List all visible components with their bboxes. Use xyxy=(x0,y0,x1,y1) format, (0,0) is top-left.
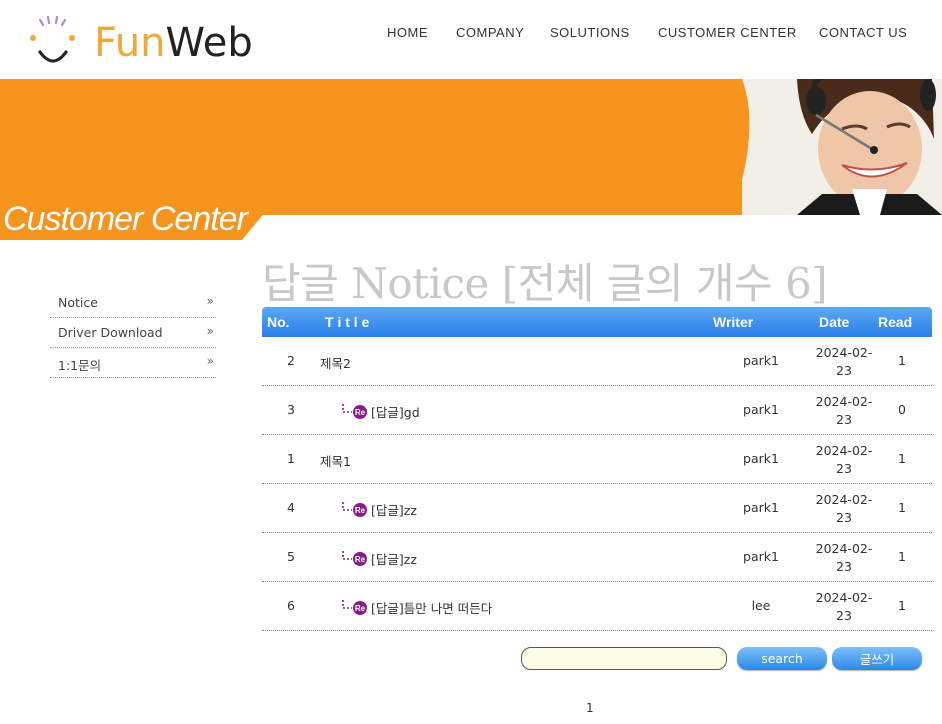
row-date-line1: 2024-02- xyxy=(815,492,873,507)
row-date-line2: 23 xyxy=(836,461,852,476)
row-writer: park1 xyxy=(743,402,779,417)
row-date: 2024-02- 23 xyxy=(806,393,882,429)
row-read: 1 xyxy=(898,353,906,368)
row-read: 0 xyxy=(898,402,906,417)
table-row[interactable]: 1 제목1 park1 2024-02- 23 1 xyxy=(262,435,932,484)
reply-icon: Re xyxy=(342,502,367,517)
support-agent-image xyxy=(702,79,942,215)
row-date-line1: 2024-02- xyxy=(815,443,873,458)
row-date: 2024-02- 23 xyxy=(806,344,882,380)
table-row[interactable]: 5 Re [답글]zz park1 2024-02- 23 1 xyxy=(262,533,932,582)
row-no: 2 xyxy=(287,353,295,368)
header-writer: Writer xyxy=(713,314,754,330)
row-title-link[interactable]: Re [답글]zz xyxy=(340,500,417,519)
row-no: 1 xyxy=(287,451,295,466)
svg-text:Re: Re xyxy=(355,604,366,613)
header-title: T i t l e xyxy=(325,314,370,330)
nav-customer-center[interactable]: CUSTOMER CENTER xyxy=(658,25,797,40)
row-read: 1 xyxy=(898,598,906,613)
double-chevron-icon: » xyxy=(206,324,214,338)
row-no: 3 xyxy=(287,402,295,417)
row-no: 5 xyxy=(287,549,295,564)
row-title: 제목2 xyxy=(320,356,351,371)
nav-contact-us[interactable]: CONTACT US xyxy=(819,25,907,40)
pagination-page[interactable]: 1 xyxy=(586,701,594,715)
row-no: 6 xyxy=(287,598,295,613)
row-title-link[interactable]: 제목1 xyxy=(320,451,351,470)
svg-text:Re: Re xyxy=(355,555,366,564)
row-no: 4 xyxy=(287,500,295,515)
row-read: 1 xyxy=(898,549,906,564)
row-date-line2: 23 xyxy=(836,608,852,623)
sidebar: Notice » Driver Download » 1:1문의 » xyxy=(50,288,216,378)
sidebar-item-notice[interactable]: Notice » xyxy=(50,288,216,318)
row-title: [답글]gd xyxy=(371,405,420,420)
sidebar-item-label: 1:1문의 xyxy=(58,358,102,373)
header-no: No. xyxy=(267,314,290,330)
sidebar-item-label: Notice xyxy=(58,295,98,310)
page-title: 답글 Notice [전체 글의 개수 6] xyxy=(262,259,828,308)
row-date: 2024-02- 23 xyxy=(806,540,882,576)
row-writer: park1 xyxy=(743,549,779,564)
row-date-line2: 23 xyxy=(836,412,852,427)
table-row[interactable]: 2 제목2 park1 2024-02- 23 1 xyxy=(262,337,932,386)
table-row[interactable]: 6 Re [답글]틈만 나면 떠든다 lee 2024-02- 23 1 xyxy=(262,582,932,631)
reply-icon: Re xyxy=(342,404,367,419)
double-chevron-icon: » xyxy=(206,294,214,308)
search-input[interactable] xyxy=(521,647,727,670)
row-title-link[interactable]: Re [답글]gd xyxy=(340,402,420,421)
write-button[interactable]: 글쓰기 xyxy=(832,647,922,670)
row-date-line1: 2024-02- xyxy=(815,541,873,556)
row-date-line1: 2024-02- xyxy=(815,345,873,360)
header-read: Read xyxy=(878,314,913,330)
row-title: 제목1 xyxy=(320,454,351,469)
reply-icon: Re xyxy=(342,600,367,615)
reply-icon: Re xyxy=(342,551,367,566)
row-date: 2024-02- 23 xyxy=(806,491,882,527)
header-date: Date xyxy=(819,314,850,330)
double-chevron-icon: » xyxy=(206,354,214,368)
row-date-line2: 23 xyxy=(836,510,852,525)
row-read: 1 xyxy=(898,500,906,515)
svg-text:Re: Re xyxy=(355,408,366,417)
row-title: [답글]zz xyxy=(371,552,417,567)
search-button[interactable]: search xyxy=(737,647,827,670)
row-date: 2024-02- 23 xyxy=(806,442,882,478)
row-read: 1 xyxy=(898,451,906,466)
row-date-line2: 23 xyxy=(836,363,852,378)
row-title: [답글]틈만 나면 떠든다 xyxy=(371,601,493,616)
row-writer: park1 xyxy=(743,451,779,466)
row-title-link[interactable]: 제목2 xyxy=(320,353,351,372)
nav-company[interactable]: COMPANY xyxy=(456,25,524,40)
table-row[interactable]: 4 Re [답글]zz park1 2024-02- 23 1 xyxy=(262,484,932,533)
table-header: No. T i t l e Writer Date Read xyxy=(262,307,932,337)
row-writer: lee xyxy=(751,598,771,613)
row-title-link[interactable]: Re [답글]zz xyxy=(340,549,417,568)
row-title-link[interactable]: Re [답글]틈만 나면 떠든다 xyxy=(340,598,492,617)
sidebar-item-driver-download[interactable]: Driver Download » xyxy=(50,318,216,348)
sidebar-item-inquiry[interactable]: 1:1문의 » xyxy=(50,348,216,378)
sidebar-item-label: Driver Download xyxy=(58,325,163,340)
svg-text:Re: Re xyxy=(355,506,366,515)
row-date: 2024-02- 23 xyxy=(806,589,882,625)
row-writer: park1 xyxy=(743,353,779,368)
row-date-line1: 2024-02- xyxy=(815,394,873,409)
site-header: FunWeb HOME COMPANY SOLUTIONS CUSTOMER C… xyxy=(0,0,942,79)
row-title: [답글]zz xyxy=(371,503,417,518)
table-body: 2 제목2 park1 2024-02- 23 1 3 Re [답글]gd park1 2024-0… xyxy=(262,337,932,631)
row-date-line2: 23 xyxy=(836,559,852,574)
banner-title: Customer Center xyxy=(3,200,248,238)
nav-solutions[interactable]: SOLUTIONS xyxy=(550,25,630,40)
row-date-line1: 2024-02- xyxy=(815,590,873,605)
banner xyxy=(0,79,942,215)
table-row[interactable]: 3 Re [답글]gd park1 2024-02- 23 0 xyxy=(262,386,932,435)
row-writer: park1 xyxy=(743,500,779,515)
nav-home[interactable]: HOME xyxy=(387,25,428,40)
main-nav: HOME COMPANY SOLUTIONS CUSTOMER CENTER C… xyxy=(0,25,942,45)
notice-table: No. T i t l e Writer Date Read 2 제목2 park1… xyxy=(262,307,932,631)
